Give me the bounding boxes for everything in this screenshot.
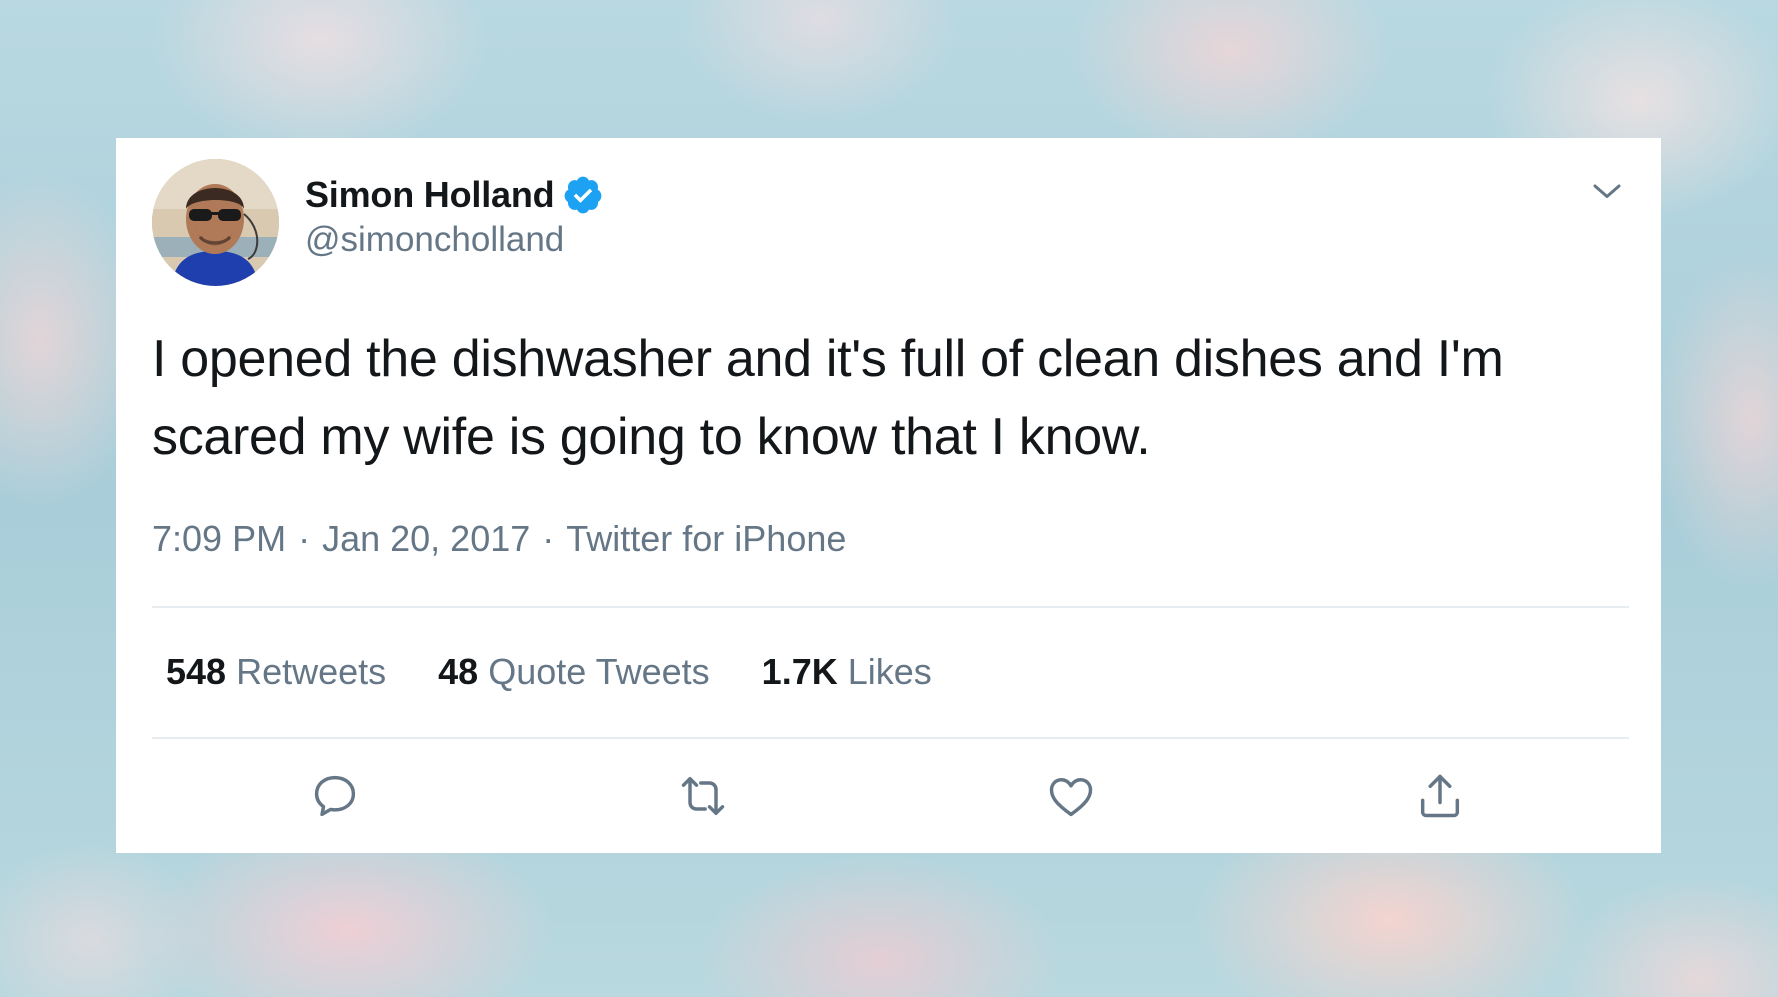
like-icon xyxy=(1049,778,1093,817)
like-button[interactable] xyxy=(1041,766,1101,826)
likes-stat[interactable]: 1.7K Likes xyxy=(762,651,932,693)
retweet-icon xyxy=(681,776,725,816)
tweet-text: I opened the dishwasher and it's full of… xyxy=(152,330,1504,466)
tweet-date[interactable]: Jan 20, 2017 xyxy=(322,518,530,559)
tweet-source[interactable]: Twitter for iPhone xyxy=(566,518,846,559)
display-name[interactable]: Simon Holland xyxy=(305,174,555,216)
quote-tweets-label: Quote Tweets xyxy=(488,651,710,692)
handle[interactable]: @simoncholland xyxy=(305,220,604,260)
meta-separator: · xyxy=(542,518,555,559)
divider xyxy=(152,737,1629,739)
retweet-button[interactable] xyxy=(673,766,733,826)
tweet-meta: 7:09 PM · Jan 20, 2017 · Twitter for iPhone xyxy=(152,518,846,560)
avatar-photo xyxy=(152,159,279,286)
avatar[interactable] xyxy=(152,159,279,286)
likes-label: Likes xyxy=(847,651,932,692)
tweet-stats: 548 Retweets 48 Quote Tweets 1.7K Likes xyxy=(166,632,984,712)
author-block: Simon Holland @simoncholland xyxy=(305,172,604,260)
retweets-label: Retweets xyxy=(236,651,387,692)
share-icon xyxy=(1420,774,1460,818)
tweet-time[interactable]: 7:09 PM xyxy=(152,518,286,559)
meta-separator: · xyxy=(298,518,311,559)
quote-tweets-stat[interactable]: 48 Quote Tweets xyxy=(438,651,710,693)
share-button[interactable] xyxy=(1410,766,1470,826)
name-row: Simon Holland xyxy=(305,172,604,218)
retweets-stat[interactable]: 548 Retweets xyxy=(166,651,386,693)
reply-icon xyxy=(314,775,356,817)
tweet-actions xyxy=(116,766,1661,836)
reply-button[interactable] xyxy=(305,766,365,826)
quote-tweets-count: 48 xyxy=(438,651,479,692)
divider xyxy=(152,606,1629,608)
verified-badge-icon xyxy=(565,176,602,214)
retweets-count: 548 xyxy=(166,651,227,692)
tweet-card: Simon Holland @simoncholland I opened th… xyxy=(116,138,1661,853)
likes-count: 1.7K xyxy=(761,651,838,692)
chevron-down-icon[interactable] xyxy=(1589,174,1625,210)
